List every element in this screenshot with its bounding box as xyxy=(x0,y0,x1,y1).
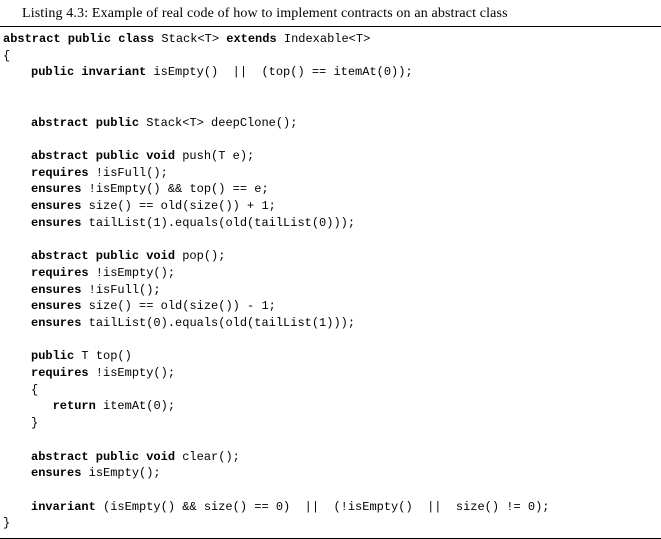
kw-ensures: ensures xyxy=(31,316,81,330)
code-text: size() == old(size()) - 1; xyxy=(81,299,275,313)
kw-abstract-public: abstract public xyxy=(31,116,139,130)
code-text: !isFull(); xyxy=(81,283,160,297)
kw-requires: requires xyxy=(31,366,89,380)
kw-abstract-public-void: abstract public void xyxy=(31,149,175,163)
kw-ensures: ensures xyxy=(31,466,81,480)
page: Listing 4.3: Example of real code of how… xyxy=(0,0,661,539)
code-block: abstract public class Stack<T> extends I… xyxy=(0,31,661,532)
kw-ensures: ensures xyxy=(31,283,81,297)
kw-public: public xyxy=(31,349,74,363)
code-text: Stack<T> deepClone(); xyxy=(139,116,297,130)
code-text: } xyxy=(3,516,10,530)
kw-abstract-public-void: abstract public void xyxy=(31,249,175,263)
kw-requires: requires xyxy=(31,166,89,180)
kw-ensures: ensures xyxy=(31,299,81,313)
code-listing: abstract public class Stack<T> extends I… xyxy=(0,26,661,539)
code-text: tailList(0).equals(old(tailList(1))); xyxy=(81,316,355,330)
code-text: pop(); xyxy=(175,249,225,263)
kw-abstract-public-void: abstract public void xyxy=(31,450,175,464)
code-text: !isEmpty(); xyxy=(89,366,175,380)
kw-return: return xyxy=(53,399,96,413)
code-text: T top() xyxy=(74,349,132,363)
code-text: Stack<T> xyxy=(154,32,226,46)
code-text: tailList(1).equals(old(tailList(0))); xyxy=(81,216,355,230)
kw-requires: requires xyxy=(31,266,89,280)
kw-ensures: ensures xyxy=(31,182,81,196)
kw-ensures: ensures xyxy=(31,216,81,230)
code-text: !isEmpty(); xyxy=(89,266,175,280)
code-text: size() == old(size()) + 1; xyxy=(81,199,275,213)
code-text: { xyxy=(3,49,10,63)
code-text: isEmpty(); xyxy=(81,466,160,480)
code-text: } xyxy=(31,416,38,430)
code-text: { xyxy=(31,383,38,397)
code-text: clear(); xyxy=(175,450,240,464)
kw-extends: extends xyxy=(226,32,276,46)
kw-public-invariant: public invariant xyxy=(31,65,146,79)
code-text: !isFull(); xyxy=(89,166,168,180)
code-text: itemAt(0); xyxy=(96,399,175,413)
code-text: !isEmpty() && top() == e; xyxy=(81,182,268,196)
code-text: isEmpty() || (top() == itemAt(0)); xyxy=(146,65,412,79)
code-text: push(T e); xyxy=(175,149,254,163)
kw-abstract-public-class: abstract public class xyxy=(3,32,154,46)
kw-ensures: ensures xyxy=(31,199,81,213)
listing-caption: Listing 4.3: Example of real code of how… xyxy=(0,0,661,26)
code-text: Indexable<T> xyxy=(277,32,371,46)
